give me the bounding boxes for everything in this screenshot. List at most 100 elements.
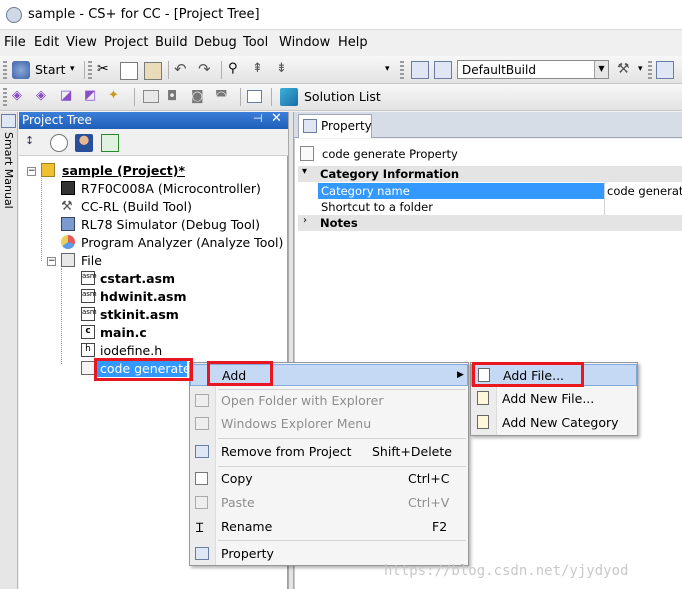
category-section[interactable]: ▾ Category Information — [298, 166, 682, 182]
file-iodefine[interactable]: iodefine.h — [100, 343, 162, 358]
main-toolbar: Start ▾ ✂ ↶ ↷ ⚲ ⇞ ⇟ ▾ DefaultBuild ▼ ⚒ ▾ — [0, 56, 682, 84]
build-icon[interactable] — [411, 61, 429, 79]
cut-icon[interactable]: ✂ — [97, 61, 115, 79]
window-title: sample - CS+ for CC - [Project Tree] — [28, 7, 260, 22]
property-name-category[interactable]: Category name — [321, 184, 410, 200]
menu-project[interactable]: Project — [104, 35, 148, 50]
toolbar-grip[interactable] — [648, 61, 652, 79]
download-icon[interactable] — [656, 61, 674, 79]
menu-item-property[interactable]: Property — [190, 543, 468, 565]
menu-edit[interactable]: Edit — [34, 35, 59, 50]
start-button[interactable]: Start — [35, 62, 66, 77]
file-cstart[interactable]: cstart.asm — [100, 271, 175, 286]
notes-section-label: Notes — [320, 216, 358, 230]
close-icon[interactable]: ✕ — [271, 111, 282, 126]
watermark: https://blog.csdn.net/yjydyod — [384, 563, 629, 579]
comment-icon[interactable]: ◘ — [167, 89, 185, 107]
menu-file[interactable]: File — [4, 35, 26, 50]
sort-icon[interactable]: ↕ — [25, 134, 43, 152]
redo-icon[interactable]: ↷ — [198, 60, 216, 78]
start-icon[interactable] — [12, 61, 30, 79]
tree-node-analyze-tool[interactable]: Program Analyzer (Analyze Tool) — [81, 235, 283, 250]
panel-icon[interactable] — [143, 90, 159, 103]
comment-icon[interactable]: ◚ — [215, 89, 233, 107]
menu-item-rename[interactable]: Ɪ Rename F2 — [190, 516, 468, 538]
menu-build[interactable]: Build — [155, 35, 188, 50]
find-down-icon[interactable]: ⇟ — [276, 61, 294, 79]
property-name-shortcut[interactable]: Shortcut to a folder — [321, 200, 433, 216]
toolbar-grip[interactable] — [400, 61, 404, 79]
refresh-icon[interactable] — [101, 134, 119, 152]
pin-icon[interactable]: ⊣ — [253, 112, 263, 125]
find-up-icon[interactable]: ⇞ — [252, 61, 270, 79]
file-stkinit[interactable]: stkinit.asm — [100, 307, 179, 322]
chart-icon[interactable]: ◪ — [60, 88, 78, 106]
copy-shortcut: Ctrl+C — [408, 471, 450, 486]
menu-view[interactable]: View — [66, 35, 97, 50]
toolbar-separator — [134, 88, 135, 106]
menu-window[interactable]: Window — [279, 35, 330, 50]
tree-node-microcontroller[interactable]: R7F0C008A (Microcontroller) — [81, 181, 261, 196]
file-main[interactable]: main.c — [100, 325, 147, 340]
chevron-down-icon[interactable]: ▾ — [70, 64, 78, 76]
tree-node-debug-tool[interactable]: RL78 Simulator (Debug Tool) — [81, 217, 260, 232]
expand-icon[interactable]: › — [303, 215, 307, 226]
chevron-down-icon[interactable]: ▼ — [594, 61, 608, 78]
menu-item-copy[interactable]: Copy Ctrl+C — [190, 468, 468, 490]
toolbar-grip[interactable] — [3, 88, 7, 106]
undo-icon[interactable]: ↶ — [174, 60, 192, 78]
project-tool-icon[interactable]: ◈ — [12, 88, 30, 106]
toolbar-separator — [271, 88, 272, 106]
submenu-item-add-new-category[interactable]: Add New Category — [471, 412, 637, 434]
submenu-item-add-new-file[interactable]: Add New File... — [471, 388, 637, 410]
menu-item-copy-label: Copy — [221, 471, 253, 486]
menu-help[interactable]: Help — [338, 35, 368, 50]
property-subject-label: code generate Property — [322, 147, 458, 161]
submenu-item-add-new-file-label: Add New File... — [502, 391, 595, 406]
rebuild-icon[interactable] — [434, 61, 452, 79]
remove-shortcut: Shift+Delete — [372, 444, 452, 459]
h-file-icon: h — [81, 343, 95, 357]
toolbar-grip[interactable] — [88, 61, 92, 79]
remove-icon — [195, 445, 209, 458]
property-column-divider[interactable] — [604, 182, 605, 216]
hammer-icon[interactable]: ⚒ — [617, 61, 635, 79]
file-hdwinit[interactable]: hdwinit.asm — [100, 289, 187, 304]
paste-icon[interactable] — [144, 62, 162, 80]
category-icon — [300, 146, 314, 161]
solution-list-button[interactable]: Solution List — [304, 89, 381, 104]
menu-debug[interactable]: Debug — [194, 35, 237, 50]
menu-tool[interactable]: Tool — [243, 35, 268, 50]
build-config-select[interactable]: DefaultBuild ▼ — [457, 60, 609, 79]
toolbar-grip[interactable] — [3, 61, 7, 79]
chevron-down-icon[interactable]: ▾ — [385, 64, 393, 76]
tree-root-project[interactable]: sample (Project)* — [62, 163, 185, 178]
menu-item-windows-explorer[interactable]: Windows Explorer Menu — [190, 413, 468, 435]
notes-section[interactable]: › Notes — [298, 215, 682, 231]
clock-icon[interactable] — [50, 134, 68, 152]
binoculars-icon[interactable]: ⚲ — [228, 61, 246, 79]
menu-item-open-folder[interactable]: Open Folder with Explorer — [190, 390, 468, 412]
collapse-icon[interactable]: ▾ — [302, 166, 307, 177]
tree-node-file[interactable]: File — [81, 253, 102, 268]
property-value-category[interactable]: code generate — [607, 184, 682, 200]
menu-item-paste[interactable]: Paste Ctrl+V — [190, 492, 468, 514]
asm-file-icon: asm — [81, 271, 97, 285]
copy-icon[interactable] — [120, 62, 138, 80]
menu-item-property-label: Property — [221, 546, 274, 561]
collapse-icon[interactable]: − — [27, 167, 36, 176]
tab-property[interactable]: Property — [298, 114, 372, 138]
menu-item-remove-label: Remove from Project — [221, 444, 352, 459]
chevron-down-icon[interactable]: ▾ — [638, 64, 646, 76]
tree-node-build-tool[interactable]: CC-RL (Build Tool) — [81, 199, 192, 214]
smart-manual-tab[interactable]: Smart Manual — [0, 112, 18, 589]
comment-icon[interactable]: ◙ — [191, 89, 209, 107]
collapse-icon[interactable]: − — [47, 257, 56, 266]
user-icon[interactable] — [75, 134, 93, 152]
project-tool-icon[interactable]: ◈ — [36, 88, 54, 106]
graph-icon[interactable]: ◩ — [84, 88, 102, 106]
solution-list-icon[interactable] — [280, 88, 298, 106]
wizard-icon[interactable]: ✦ — [108, 88, 126, 106]
window-icon[interactable] — [247, 90, 262, 103]
menu-item-remove[interactable]: Remove from Project Shift+Delete — [190, 441, 468, 463]
